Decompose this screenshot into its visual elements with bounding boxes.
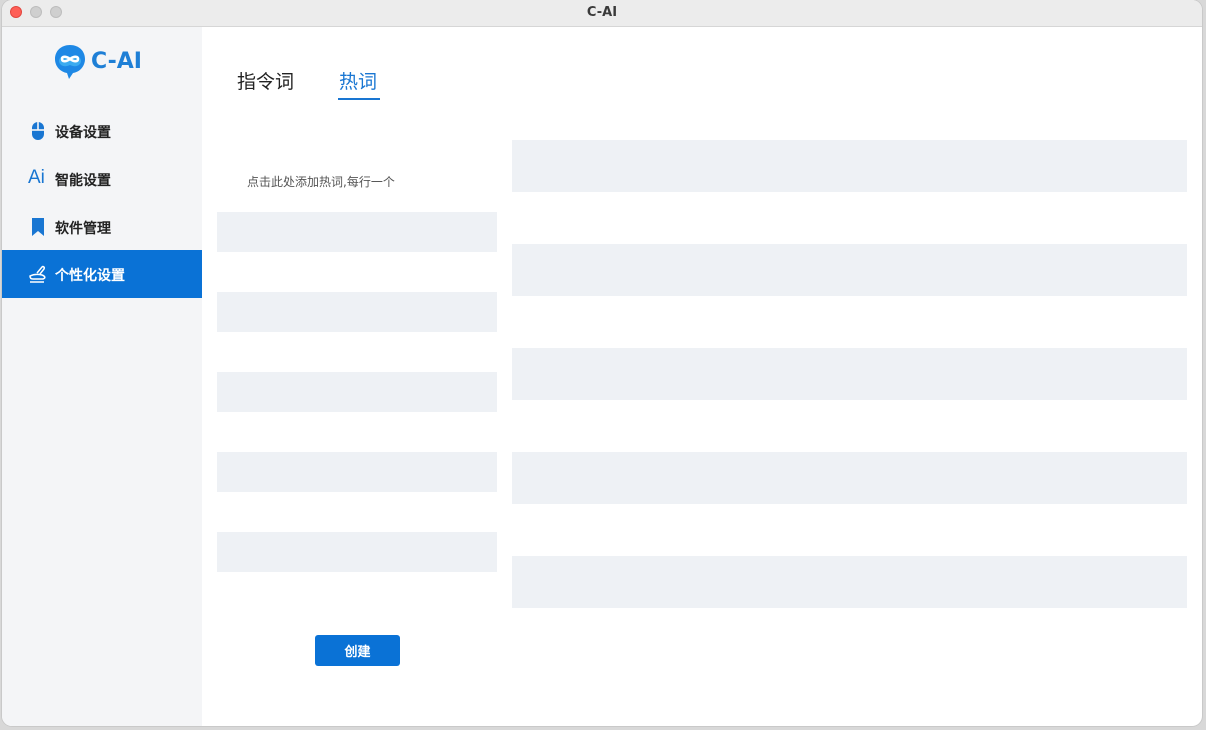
- title-bar: C-AI: [2, 0, 1202, 27]
- sidebar-item-label: 软件管理: [55, 221, 111, 237]
- sidebar-item-label: 个性化设置: [55, 268, 125, 284]
- window-title: C-AI: [586, 5, 618, 20]
- input-line-stripe: [217, 212, 497, 252]
- input-line-stripe: [217, 292, 497, 332]
- hotword-list-row: [512, 244, 1187, 296]
- sidebar-item-smart-settings[interactable]: Ai 智能设置: [2, 155, 202, 203]
- logo-text: C-AI: [91, 49, 142, 74]
- input-line-stripe: [217, 372, 497, 412]
- sidebar-item-device-settings[interactable]: 设备设置: [2, 107, 202, 155]
- input-line-stripe: [217, 452, 497, 492]
- sidebar-item-label: 智能设置: [55, 173, 111, 189]
- input-line-stripe: [217, 532, 497, 572]
- hotword-list-row: [512, 452, 1187, 504]
- sidebar: C-AI 设备设置 Ai 智能设置 软件管理 个性化设置: [2, 27, 202, 726]
- bookmark-icon: [32, 218, 44, 236]
- hotword-list-row: [512, 140, 1187, 192]
- infinity-chat-bubble-icon: [55, 45, 85, 79]
- hotword-list-row: [512, 556, 1187, 608]
- sidebar-item-label: 设备设置: [55, 125, 111, 141]
- app-logo: C-AI: [53, 43, 153, 83]
- sidebar-item-software-management[interactable]: 软件管理: [2, 203, 202, 251]
- mouse-icon: [32, 122, 44, 140]
- hotword-input-placeholder: 点击此处添加热词,每行一个: [247, 175, 395, 189]
- ai-text-icon: Ai: [28, 167, 45, 188]
- create-button[interactable]: 创建: [315, 635, 400, 666]
- sidebar-item-personalization[interactable]: 个性化设置: [2, 250, 202, 298]
- hotword-input-area[interactable]: 点击此处添加热词,每行一个 创建: [217, 130, 497, 676]
- tab-hotwords[interactable]: 热词: [339, 67, 377, 94]
- app-window: C-AI C-AI 设备设置 Ai 智能设置 软件管理 个性化设置 指令词 热词…: [2, 0, 1202, 726]
- hotword-list-row: [512, 348, 1187, 400]
- active-tab-indicator: [338, 98, 380, 100]
- hand-wave-icon: [29, 265, 46, 283]
- tab-command-words[interactable]: 指令词: [237, 67, 294, 94]
